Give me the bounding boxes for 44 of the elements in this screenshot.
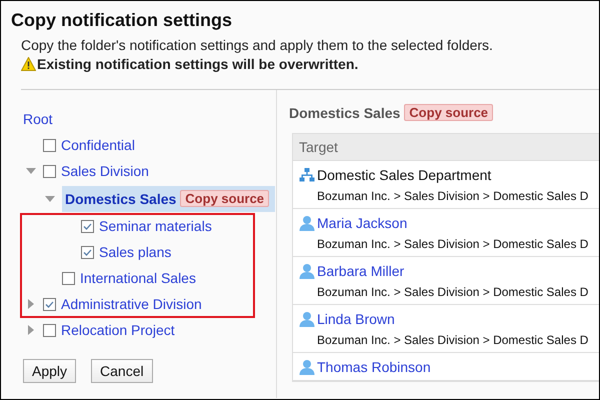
user-link[interactable]: Maria Jackson: [317, 215, 408, 231]
checkbox[interactable]: [43, 298, 56, 310]
warning-text: Existing notification settings will be overwritten.: [37, 56, 358, 72]
column-header: Target: [293, 134, 599, 161]
tree-item[interactable]: Administrative Division: [61, 296, 202, 312]
selected-tree-item[interactable]: Domestics Sales Copy source: [62, 186, 276, 212]
expand-arrow-icon[interactable]: [26, 299, 36, 309]
checkbox[interactable]: [43, 138, 56, 152]
collapse-arrow-icon[interactable]: [26, 166, 36, 176]
collapse-arrow-icon[interactable]: [45, 194, 55, 204]
tree-item[interactable]: Sales plans: [99, 244, 172, 260]
tree-item[interactable]: International Sales: [80, 270, 196, 286]
expand-arrow-icon[interactable]: [26, 325, 36, 335]
warning-icon: [21, 57, 36, 71]
dialog-button[interactable]: Apply: [23, 359, 76, 383]
department-name: Domestic Sales Department: [317, 167, 492, 183]
tree-item[interactable]: Confidential: [61, 137, 135, 153]
user-icon: [299, 311, 315, 327]
organization-icon: [299, 167, 315, 183]
tree-item[interactable]: Root: [23, 111, 53, 127]
checkbox[interactable]: [81, 220, 94, 232]
dialog-title: Copy notification settings: [11, 10, 234, 31]
user-icon: [299, 263, 315, 279]
checkbox[interactable]: [62, 272, 75, 284]
checkbox[interactable]: [81, 246, 94, 258]
user-link[interactable]: Barbara Miller: [317, 263, 404, 279]
tree-item[interactable]: Seminar materials: [99, 218, 212, 234]
tree-item[interactable]: Relocation Project: [61, 322, 175, 338]
checkbox[interactable]: [43, 164, 56, 178]
user-link[interactable]: Linda Brown: [317, 311, 395, 327]
folder-title: Domestics Sales: [289, 104, 400, 120]
organization-path: Bozuman Inc. > Sales Division > Domestic Sales D: [317, 285, 590, 299]
copy-source-tag: Copy source: [404, 104, 494, 121]
user-link[interactable]: Thomas Robinson: [317, 359, 431, 375]
dialog-button[interactable]: Cancel: [91, 359, 153, 383]
user-icon: [299, 359, 315, 375]
organization-path: Bozuman Inc. > Sales Division > Domestic Sales D: [317, 189, 590, 203]
copy-source-tag: Copy source: [180, 190, 270, 207]
user-icon: [299, 215, 315, 231]
tree-item[interactable]: Sales Division: [61, 163, 149, 179]
organization-path: Bozuman Inc. > Sales Division > Domestic Sales D: [317, 237, 590, 251]
checkbox[interactable]: [43, 324, 56, 336]
description-text: Copy the folder's notification settings and apply them to the selected folders.: [21, 37, 494, 53]
organization-path: Bozuman Inc. > Sales Division > Domestic Sales D: [317, 333, 590, 347]
